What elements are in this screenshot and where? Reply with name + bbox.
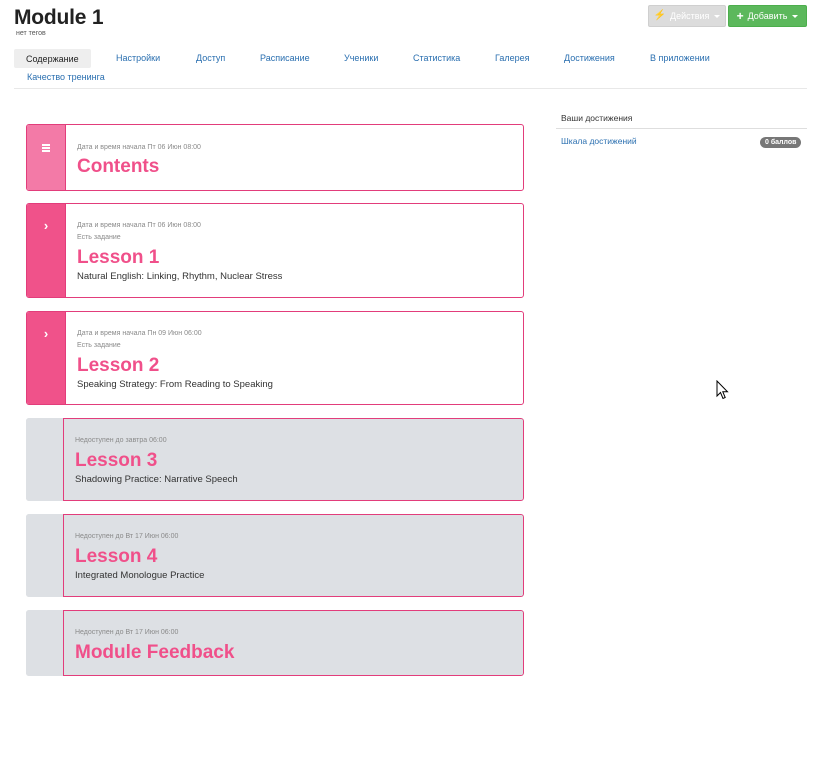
caret-down-icon (792, 14, 799, 18)
caret-down-icon (714, 14, 721, 18)
tab-contents[interactable]: Содержание (14, 49, 91, 68)
tab-schedule[interactable]: Расписание (260, 53, 310, 63)
tags-subtitle: нет тегов (16, 30, 46, 37)
list-icon (42, 144, 50, 190)
lesson-title[interactable]: Lesson 1 (77, 247, 512, 269)
lesson-card-contents[interactable]: Дата и время начала Пт 06 Июн 08:00 Cont… (26, 124, 524, 191)
tab-access[interactable]: Доступ (196, 53, 225, 63)
lesson-unavailable-until: Недоступен до завтра 06:00 (75, 437, 167, 444)
lesson-start-date: Дата и время начала Пн 09 Июн 06:00 (77, 330, 202, 337)
tab-achievements[interactable]: Достижения (564, 53, 615, 63)
mouse-cursor-icon (716, 380, 729, 400)
tab-statistics[interactable]: Статистика (413, 53, 460, 63)
lesson-description: Integrated Monologue Practice (75, 570, 205, 581)
lesson-start-date: Дата и время начала Пт 06 Июн 08:00 (77, 222, 201, 229)
lesson-description: Natural English: Linking, Rhythm, Nuclea… (77, 271, 283, 282)
tab-settings[interactable]: Настройки (116, 53, 160, 63)
achievements-scale-link[interactable]: Шкала достижений (561, 136, 637, 146)
lesson-card-4: Недоступен до Вт 17 Июн 06:00 Lesson 4 I… (26, 514, 524, 597)
lesson-card-1[interactable]: › Дата и время начала Пт 06 Июн 08:00 Ес… (26, 203, 524, 298)
lesson-start-date: Дата и время начала Пт 06 Июн 08:00 (77, 144, 201, 151)
chevron-right-icon: › (43, 326, 49, 341)
tab-training-quality[interactable]: Качество тренинга (27, 72, 105, 82)
lesson-title: Lesson 3 (75, 450, 158, 471)
lesson-description: Speaking Strategy: From Reading to Speak… (77, 379, 273, 390)
card-side (26, 610, 64, 676)
card-side: › (27, 312, 65, 404)
card-side: › (27, 204, 65, 297)
tab-in-app[interactable]: В приложении (650, 53, 710, 63)
bolt-icon: ⚡ (653, 10, 666, 21)
actions-dropdown-button[interactable]: ⚡ Действия (648, 5, 726, 27)
tab-students[interactable]: Ученики (344, 53, 378, 63)
actions-label: Действия (670, 11, 710, 21)
lesson-card-feedback: Недоступен до Вт 17 Июн 06:00 Module Fee… (26, 610, 524, 676)
card-side (26, 514, 64, 597)
card-side (27, 125, 65, 190)
lesson-card-3: Недоступен до завтра 06:00 Lesson 3 Shad… (26, 418, 524, 501)
lesson-title: Module Feedback (75, 642, 235, 663)
lesson-card-2[interactable]: › Дата и время начала Пн 09 Июн 06:00 Ес… (26, 311, 524, 405)
add-label: Добавить (747, 11, 788, 21)
tab-gallery[interactable]: Галерея (495, 53, 530, 63)
achievements-divider (556, 128, 807, 129)
lesson-description: Shadowing Practice: Narrative Speech (75, 474, 238, 485)
lesson-unavailable-until: Недоступен до Вт 17 Июн 06:00 (75, 629, 179, 636)
lesson-title[interactable]: Contents (77, 156, 512, 178)
lesson-has-task: Есть задание (77, 342, 121, 349)
tabs-divider (14, 88, 807, 89)
lesson-title: Lesson 4 (75, 546, 158, 567)
card-side (26, 418, 64, 501)
points-badge: 0 баллов (760, 137, 802, 148)
lesson-title[interactable]: Lesson 2 (77, 355, 512, 377)
chevron-right-icon: › (43, 218, 49, 233)
add-dropdown-button[interactable]: + Добавить (728, 5, 807, 27)
achievements-header: Ваши достижения (561, 113, 633, 123)
lesson-unavailable-until: Недоступен до Вт 17 Июн 06:00 (75, 533, 179, 540)
lesson-has-task: Есть задание (77, 234, 121, 241)
page-title: Module 1 (14, 6, 104, 29)
plus-icon: + (736, 9, 744, 23)
